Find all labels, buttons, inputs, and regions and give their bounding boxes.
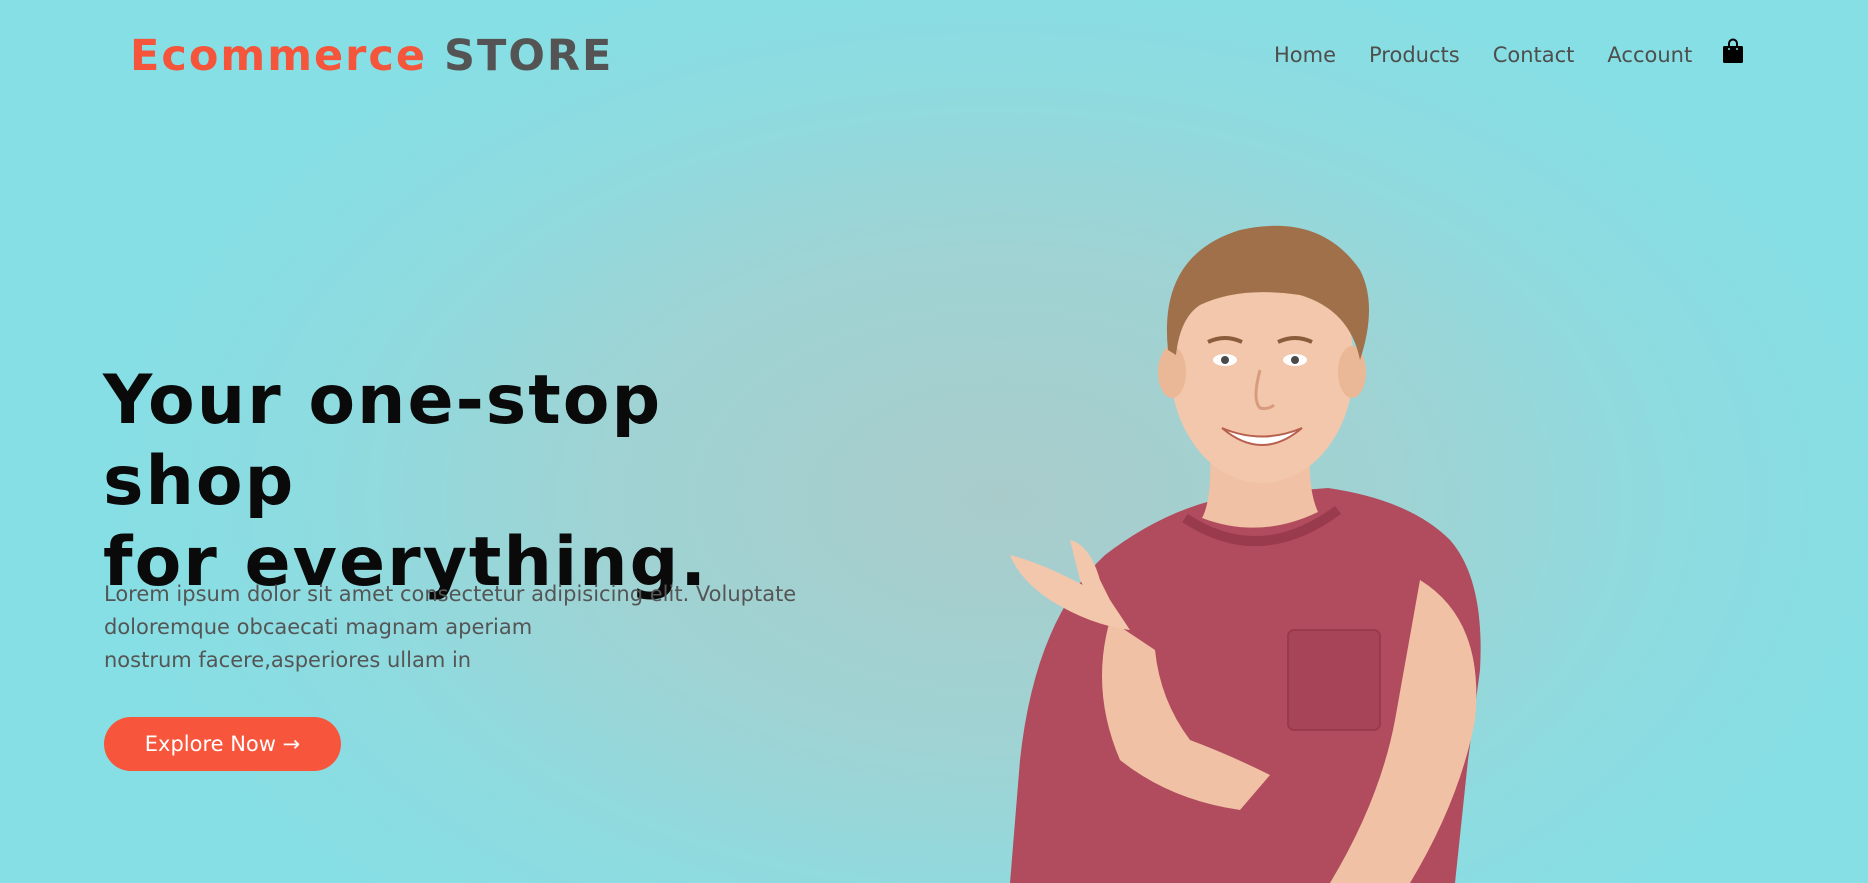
hero-person-image xyxy=(1010,225,1481,883)
site-logo[interactable]: Ecommerce STORE xyxy=(130,28,613,84)
logo-brand: Ecommerce xyxy=(130,31,428,81)
nav-account[interactable]: Account xyxy=(1607,38,1692,72)
explore-now-button[interactable]: Explore Now → xyxy=(104,717,341,771)
hero-text-line-1: Lorem ipsum dolor sit amet consectetur a… xyxy=(104,582,797,606)
shopping-bag-icon[interactable] xyxy=(1722,38,1744,64)
nav-products[interactable]: Products xyxy=(1369,38,1460,72)
main-nav: Home Products Contact Account xyxy=(1274,38,1744,72)
hero-title: Your one-stop shop for everything. xyxy=(103,360,863,603)
hero-title-line-1: Your one-stop shop xyxy=(103,361,663,521)
site-header: Ecommerce STORE Home Products Contact Ac… xyxy=(0,0,1868,110)
hero-text-line-3: nostrum facere,asperiores ullam in xyxy=(104,648,472,672)
hero-description: Lorem ipsum dolor sit amet consectetur a… xyxy=(104,578,844,677)
hero-text-line-2: doloremque obcaecati magnam aperiam xyxy=(104,615,533,639)
logo-suffix: STORE xyxy=(444,31,614,81)
nav-contact[interactable]: Contact xyxy=(1493,38,1575,72)
nav-home[interactable]: Home xyxy=(1274,38,1336,72)
